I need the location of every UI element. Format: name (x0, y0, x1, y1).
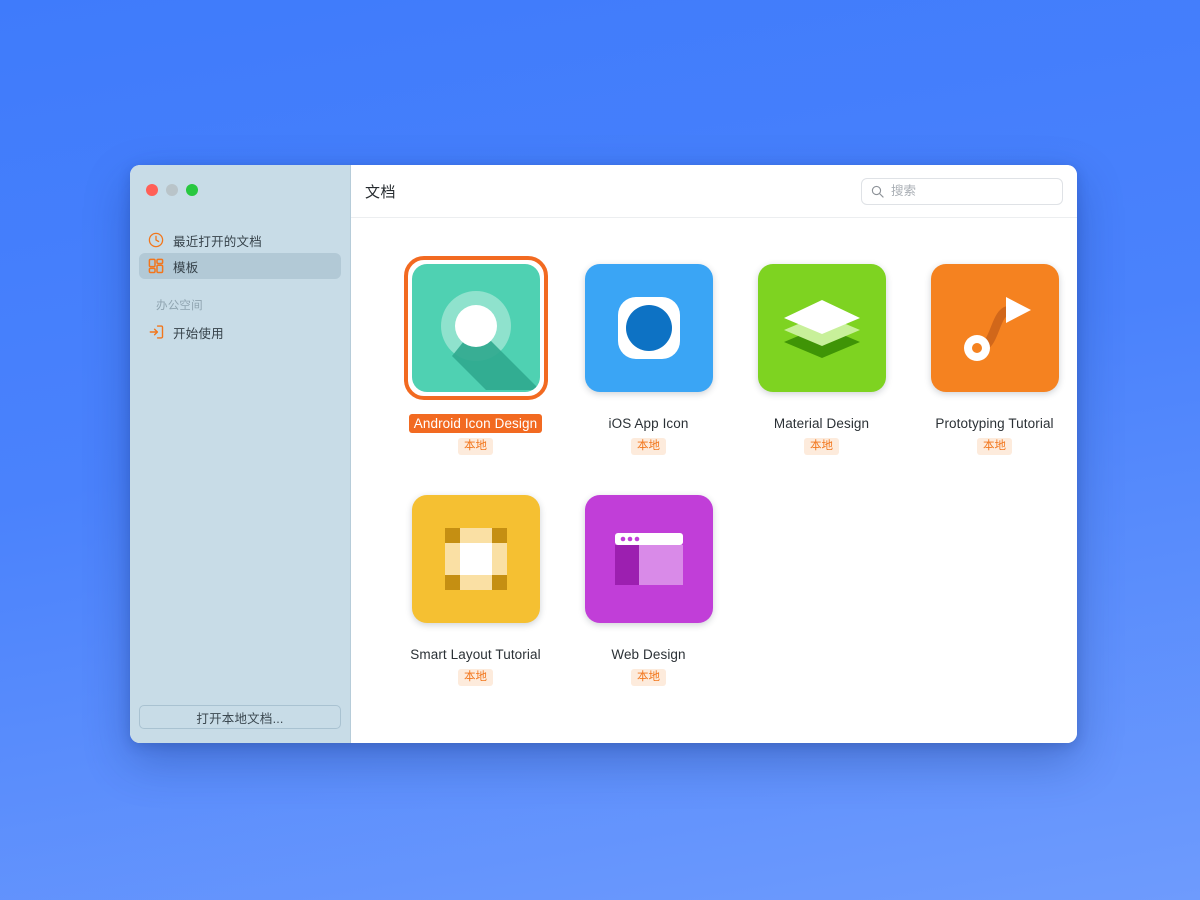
template-icon (147, 258, 164, 275)
sidebar-section-title: 办公空间 (156, 300, 203, 312)
template-tile-ios-app-icon[interactable]: iOS App Icon 本地 (562, 256, 735, 487)
template-badge: 本地 (458, 438, 493, 455)
search-icon (871, 185, 884, 198)
template-tile-web-design[interactable]: Web Design 本地 (562, 487, 735, 718)
template-badge: 本地 (631, 438, 666, 455)
smart-layout-art (411, 495, 540, 623)
template-badge: 本地 (631, 669, 666, 686)
sidebar-item-recent-documents[interactable]: 最近打开的文档 (139, 227, 341, 253)
search-input[interactable] (891, 184, 1053, 198)
window-controls (130, 165, 350, 213)
content-header: 文档 (351, 165, 1077, 218)
template-thumbnail-frame (403, 256, 548, 400)
minimize-window-button[interactable] (166, 184, 178, 196)
template-thumbnail-frame (750, 256, 894, 400)
zoom-window-button[interactable] (186, 184, 198, 196)
template-label: iOS App Icon (608, 416, 689, 431)
template-badge: 本地 (804, 438, 839, 455)
template-label: Smart Layout Tutorial (410, 647, 541, 662)
template-thumbnail-frame (577, 256, 721, 400)
sidebar-nav: 最近打开的文档 模板 办公空间 开始使用 (130, 213, 350, 345)
template-thumbnail-frame (923, 256, 1067, 400)
template-thumbnail-frame (404, 487, 548, 631)
search-box[interactable] (861, 177, 1063, 205)
open-local-document-button[interactable]: 打开本地文档... (139, 705, 341, 729)
sidebar-item-label: 开始使用 (173, 326, 224, 341)
sidebar-item-templates[interactable]: 模板 (139, 253, 341, 279)
close-window-button[interactable] (146, 184, 158, 196)
template-badge: 本地 (458, 669, 493, 686)
app-window: 最近打开的文档 模板 办公空间 开始使用 打开本地文档... 文档 搜索 And… (130, 165, 1077, 743)
content-area: 文档 搜索 Android Icon Design 本地 iOS App Ico… (351, 165, 1077, 743)
sign-in-icon (147, 324, 164, 341)
prototyping-art (930, 264, 1059, 392)
template-tile-material-design[interactable]: Material Design 本地 (735, 256, 908, 487)
template-label: Android Icon Design (408, 414, 543, 433)
template-badge: 本地 (977, 438, 1012, 455)
template-label: Material Design (773, 416, 870, 431)
template-label: Web Design (611, 647, 686, 662)
ios-app-icon-art (584, 264, 713, 392)
template-tile-prototyping-tutorial[interactable]: Prototyping Tutorial 本地 (908, 256, 1077, 487)
sidebar-item-label: 模板 (173, 260, 199, 275)
template-thumbnail-frame (577, 487, 721, 631)
sidebar-footer: 打开本地文档... (130, 705, 350, 743)
sidebar: 最近打开的文档 模板 办公空间 开始使用 打开本地文档... (130, 165, 351, 743)
sidebar-item-label: 最近打开的文档 (173, 234, 262, 249)
material-design-art (757, 264, 886, 392)
template-tile-smart-layout-tutorial[interactable]: Smart Layout Tutorial 本地 (389, 487, 562, 718)
template-grid: Android Icon Design 本地 iOS App Icon 本地 M… (351, 218, 1077, 743)
sidebar-item-get-started[interactable]: 开始使用 (139, 319, 341, 345)
clock-icon (147, 232, 164, 249)
android-icon-art (411, 264, 540, 392)
template-tile-android-icon-design[interactable]: Android Icon Design 本地 (389, 256, 562, 487)
template-label: Prototyping Tutorial (935, 416, 1054, 431)
page-title: 文档 (365, 183, 397, 201)
web-design-art (584, 495, 713, 623)
